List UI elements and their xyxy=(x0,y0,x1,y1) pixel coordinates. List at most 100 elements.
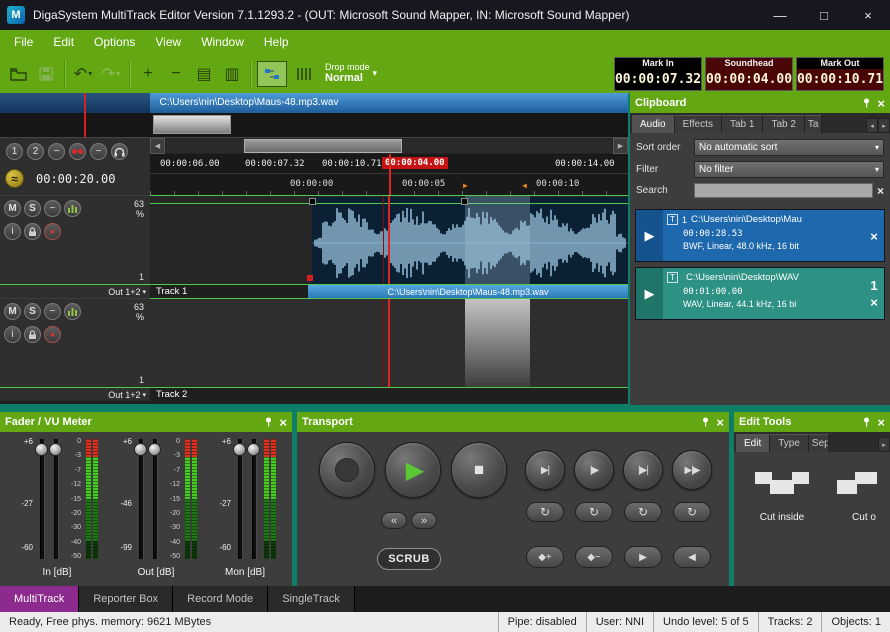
play-through-button[interactable]: ▶|▶ xyxy=(672,450,712,490)
fader-knob[interactable] xyxy=(49,443,62,456)
tab-scroll-right-icon[interactable]: ▸ xyxy=(878,118,890,133)
search-clear-button[interactable]: × xyxy=(877,184,884,198)
track2-meter-button[interactable] xyxy=(64,303,81,320)
clipboard-tab-3[interactable]: Ta xyxy=(805,115,823,133)
loop-button[interactable]: ↻ xyxy=(624,502,662,522)
menu-view[interactable]: View xyxy=(145,30,191,54)
play-button[interactable]: ▶ xyxy=(385,442,441,498)
soundhead-marker[interactable]: 00:00:04.00 xyxy=(382,157,448,169)
clipboard-entry[interactable]: ▶ T C:\Users\nin\Desktop\WAV 00:01:00.00… xyxy=(635,267,885,320)
clipboard-tab-audio[interactable]: Audio xyxy=(632,115,675,133)
entry-play-button[interactable]: ▶ xyxy=(636,210,663,261)
redo-button[interactable]: ↷▾ xyxy=(99,61,123,87)
play-to-mark-button[interactable]: ▶| xyxy=(525,450,565,490)
clipboard-tab-1[interactable]: Tab 1 xyxy=(722,115,763,133)
play-selection-button[interactable]: |▶| xyxy=(623,450,663,490)
drop-mode-control[interactable]: Drop mode Normal ▾ xyxy=(325,62,377,86)
track2-lock-button[interactable] xyxy=(24,326,41,343)
mark-in-flag[interactable]: ▶ xyxy=(463,181,468,190)
overview-zoom-box[interactable] xyxy=(153,115,231,134)
track1-minus-button[interactable]: − xyxy=(44,200,61,217)
cut-inside-tool[interactable]: Cut inside xyxy=(750,472,814,523)
wave-mode-button[interactable]: ≈ xyxy=(5,169,24,188)
scroll-left-button[interactable]: ◀ xyxy=(150,138,165,154)
overview-playhead[interactable] xyxy=(84,93,86,137)
pin-icon[interactable] xyxy=(862,417,871,427)
comb-filter-button[interactable] xyxy=(291,61,315,87)
fader-slider[interactable] xyxy=(35,437,49,563)
search-input[interactable] xyxy=(694,183,873,198)
track1-file-label[interactable]: C:\Users\nin\Desktop\Maus-48.mp3.wav xyxy=(308,285,628,298)
monitor-button[interactable] xyxy=(111,143,128,160)
overview-bar[interactable]: C:\Users\nin\Desktop\Maus-48.mp3.wav xyxy=(0,93,628,113)
track1-output-selector[interactable]: Out 1+2 ▾ xyxy=(0,285,150,298)
clipboard-tab-2[interactable]: Tab 2 xyxy=(763,115,804,133)
edit-tools-tab-type[interactable]: Type xyxy=(770,434,809,452)
pin-icon[interactable] xyxy=(264,417,273,427)
edit-tools-close-button[interactable]: × xyxy=(877,416,885,429)
edit-tools-tab-edit[interactable]: Edit xyxy=(736,434,770,452)
tab-scroll-right-icon[interactable]: ▸ xyxy=(878,437,890,452)
fader-slider[interactable] xyxy=(233,437,247,563)
timeline-ruler[interactable]: ◀ ▶ 00:00:06.00 00:00:07.32 00:00:10.71 … xyxy=(150,137,628,195)
fader-slider[interactable] xyxy=(148,437,162,563)
mode-tab-record-mode[interactable]: Record Mode xyxy=(173,586,268,612)
stereo-link-button[interactable] xyxy=(69,143,86,160)
minus-button-2[interactable]: − xyxy=(90,143,107,160)
fader-slider[interactable] xyxy=(49,437,63,563)
menu-window[interactable]: Window xyxy=(191,30,254,54)
track2-minus-button[interactable]: − xyxy=(44,303,61,320)
pin-icon[interactable] xyxy=(862,98,871,108)
step-forward-button[interactable]: ▶ xyxy=(624,546,662,568)
mode-tab-multitrack[interactable]: MultiTrack xyxy=(0,586,79,612)
clipboard-entry[interactable]: ▶ T 1 C:\Users\nin\Desktop\Mau 00:00:28.… xyxy=(635,209,885,262)
track1-lock-button[interactable] xyxy=(24,223,41,240)
mode-tab-singletrack[interactable]: SingleTrack xyxy=(268,586,355,612)
clip-start-marker[interactable] xyxy=(307,275,313,281)
clipboard-close-button[interactable]: × xyxy=(877,97,885,110)
record-button[interactable] xyxy=(319,442,375,498)
remove-marker-button[interactable]: ◆− xyxy=(575,546,613,568)
forward-button[interactable]: » xyxy=(411,512,437,529)
undo-dropdown-icon[interactable]: ▾ xyxy=(88,69,92,78)
filter-select[interactable]: No filter ▾ xyxy=(694,161,884,178)
entry-play-button[interactable]: ▶ xyxy=(636,268,663,319)
track1-name[interactable]: Track 1 xyxy=(150,285,308,298)
fader-slider[interactable] xyxy=(247,437,261,563)
play-from-mark-button[interactable]: |▶ xyxy=(574,450,614,490)
timeline-scrollbar[interactable]: ◀ ▶ xyxy=(150,138,628,154)
playhead-line[interactable] xyxy=(388,299,390,387)
track1-solo-button[interactable]: S xyxy=(24,200,41,217)
close-button[interactable]: × xyxy=(846,0,890,30)
insert-object-button[interactable]: ▤ xyxy=(192,61,216,87)
scrub-button[interactable]: SCRUB xyxy=(377,548,441,570)
track2-output-selector[interactable]: Out 1+2 ▾ xyxy=(0,388,150,401)
mixer-button[interactable]: ▥ xyxy=(220,61,244,87)
track2-waveform-area[interactable] xyxy=(150,298,628,387)
track2-info-button[interactable]: i xyxy=(4,326,21,343)
fader-slider[interactable] xyxy=(134,437,148,563)
entry-remove-button[interactable]: × xyxy=(870,295,878,310)
mode-tab-reporter-box[interactable]: Reporter Box xyxy=(79,586,173,612)
pin-icon[interactable] xyxy=(701,417,710,427)
fader-knob[interactable] xyxy=(35,443,48,456)
open-file-button[interactable] xyxy=(6,61,30,87)
track1-record-button[interactable]: ● xyxy=(44,223,61,240)
track2-record-button[interactable]: ● xyxy=(44,326,61,343)
minus-button[interactable]: − xyxy=(48,143,65,160)
fader-knob[interactable] xyxy=(134,443,147,456)
menu-help[interactable]: Help xyxy=(254,30,299,54)
scrollbar-track[interactable] xyxy=(166,139,612,153)
step-back-button[interactable]: ◀ xyxy=(673,546,711,568)
redo-dropdown-icon[interactable]: ▾ xyxy=(116,69,120,78)
playhead-line[interactable] xyxy=(388,196,390,284)
track1-info-button[interactable]: i xyxy=(4,223,21,240)
fader-panel-close-button[interactable]: × xyxy=(279,416,287,429)
track2-name[interactable]: Track 2 xyxy=(150,388,308,401)
cut-outside-tool[interactable]: Cut o xyxy=(832,472,890,523)
track1-waveform-area[interactable] xyxy=(150,195,628,284)
routing-button[interactable] xyxy=(257,61,287,87)
tab-scroll-left-icon[interactable]: ◂ xyxy=(866,118,878,133)
undo-button[interactable]: ↶▾ xyxy=(71,61,95,87)
track2-solo-button[interactable]: S xyxy=(24,303,41,320)
